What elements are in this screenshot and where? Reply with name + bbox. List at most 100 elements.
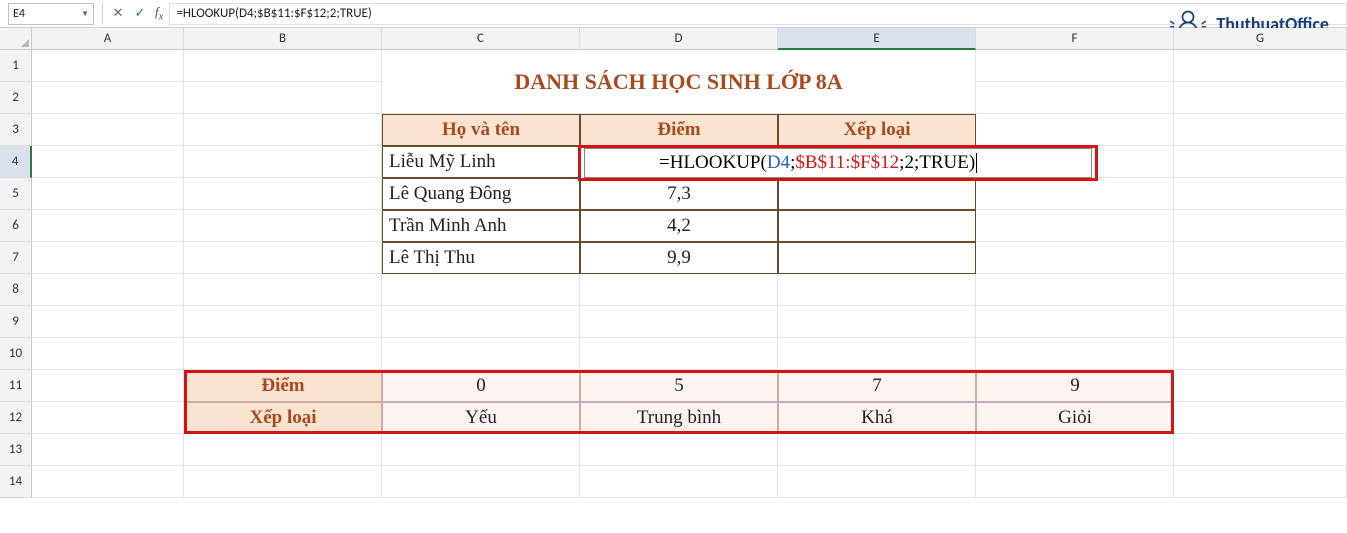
- cell[interactable]: [1174, 82, 1347, 114]
- cell[interactable]: [580, 306, 778, 338]
- cell[interactable]: [1174, 210, 1347, 242]
- cell[interactable]: [184, 242, 382, 274]
- row-header[interactable]: 10: [0, 338, 32, 370]
- col-header[interactable]: E: [778, 28, 976, 50]
- row-header[interactable]: 6: [0, 210, 32, 242]
- cell[interactable]: [32, 114, 184, 146]
- select-all-corner[interactable]: [0, 28, 32, 50]
- cell[interactable]: [778, 338, 976, 370]
- lookup-cell[interactable]: Yếu: [382, 402, 580, 434]
- cell[interactable]: [1174, 50, 1347, 82]
- cell[interactable]: [976, 50, 1174, 82]
- lookup-header[interactable]: Xếp loại: [184, 402, 382, 434]
- col-header[interactable]: B: [184, 28, 382, 50]
- cell[interactable]: [976, 178, 1174, 210]
- cell[interactable]: [184, 114, 382, 146]
- cell[interactable]: [32, 210, 184, 242]
- col-header[interactable]: G: [1174, 28, 1347, 50]
- cell[interactable]: [580, 466, 778, 498]
- cell[interactable]: [976, 434, 1174, 466]
- lookup-cell[interactable]: Khá: [778, 402, 976, 434]
- cell[interactable]: [1174, 466, 1347, 498]
- chevron-down-icon[interactable]: ▼: [81, 9, 89, 19]
- cell[interactable]: [976, 82, 1174, 114]
- table-header[interactable]: Xếp loại: [778, 114, 976, 146]
- cell[interactable]: [32, 82, 184, 114]
- table-header[interactable]: Điểm: [580, 114, 778, 146]
- lookup-cell[interactable]: Giỏi: [976, 402, 1174, 434]
- cell[interactable]: [976, 242, 1174, 274]
- cell[interactable]: [382, 274, 580, 306]
- cell[interactable]: [382, 466, 580, 498]
- cancel-formula-icon[interactable]: ✕: [107, 3, 129, 25]
- cell[interactable]: [382, 338, 580, 370]
- row-header[interactable]: 13: [0, 434, 32, 466]
- col-header[interactable]: D: [580, 28, 778, 50]
- cell[interactable]: [1174, 434, 1347, 466]
- cell[interactable]: [976, 274, 1174, 306]
- cell[interactable]: [1174, 306, 1347, 338]
- table-cell-name[interactable]: Liễu Mỹ Linh: [382, 146, 580, 178]
- cell[interactable]: [778, 466, 976, 498]
- row-header[interactable]: 7: [0, 242, 32, 274]
- table-cell-score[interactable]: 7,3: [580, 178, 778, 210]
- table-cell-name[interactable]: Lê Thị Thu: [382, 242, 580, 274]
- cell[interactable]: [184, 434, 382, 466]
- lookup-header[interactable]: Điểm: [184, 370, 382, 402]
- row-header[interactable]: 14: [0, 466, 32, 498]
- row-header[interactable]: 9: [0, 306, 32, 338]
- cell[interactable]: [32, 370, 184, 402]
- col-header[interactable]: F: [976, 28, 1174, 50]
- cell[interactable]: [184, 146, 382, 178]
- cell[interactable]: [778, 306, 976, 338]
- row-header[interactable]: 11: [0, 370, 32, 402]
- cell[interactable]: [382, 434, 580, 466]
- table-header[interactable]: Họ và tên: [382, 114, 580, 146]
- row-header[interactable]: 8: [0, 274, 32, 306]
- title-cell[interactable]: DANH SÁCH HỌC SINH LỚP 8A: [382, 82, 976, 114]
- cell[interactable]: [1174, 242, 1347, 274]
- table-cell-rank[interactable]: [778, 210, 976, 242]
- cell[interactable]: [976, 114, 1174, 146]
- table-cell-score[interactable]: 9,9: [580, 242, 778, 274]
- lookup-cell[interactable]: 0: [382, 370, 580, 402]
- cell[interactable]: [778, 434, 976, 466]
- cell[interactable]: [1174, 114, 1347, 146]
- cell[interactable]: [976, 210, 1174, 242]
- cell[interactable]: [1174, 370, 1347, 402]
- table-cell-name[interactable]: Lê Quang Đông: [382, 178, 580, 210]
- cell[interactable]: [32, 242, 184, 274]
- table-cell-name[interactable]: Trần Minh Anh: [382, 210, 580, 242]
- cell[interactable]: [32, 146, 184, 178]
- fx-icon[interactable]: fx: [155, 4, 163, 23]
- cell[interactable]: [184, 274, 382, 306]
- lookup-cell[interactable]: 5: [580, 370, 778, 402]
- row-header[interactable]: 4: [0, 146, 32, 178]
- lookup-cell[interactable]: Trung bình: [580, 402, 778, 434]
- cell[interactable]: [976, 466, 1174, 498]
- cell[interactable]: [184, 82, 382, 114]
- cell[interactable]: [580, 338, 778, 370]
- cell[interactable]: [1174, 338, 1347, 370]
- name-box[interactable]: E4 ▼: [8, 3, 94, 25]
- table-cell-score[interactable]: 4,2: [580, 210, 778, 242]
- cell[interactable]: [184, 306, 382, 338]
- spreadsheet-grid[interactable]: A B C D E F G 1 2 DANH SÁCH HỌC SINH LỚP…: [0, 28, 1347, 498]
- cell[interactable]: [32, 306, 184, 338]
- cell[interactable]: [1174, 178, 1347, 210]
- col-header[interactable]: C: [382, 28, 580, 50]
- accept-formula-icon[interactable]: ✓: [129, 3, 151, 25]
- row-header[interactable]: 5: [0, 178, 32, 210]
- lookup-cell[interactable]: 7: [778, 370, 976, 402]
- col-header[interactable]: A: [32, 28, 184, 50]
- cell[interactable]: [32, 50, 184, 82]
- cell[interactable]: [184, 178, 382, 210]
- row-header[interactable]: 1: [0, 50, 32, 82]
- cell[interactable]: [1174, 146, 1347, 178]
- cell[interactable]: [32, 274, 184, 306]
- cell[interactable]: [32, 338, 184, 370]
- cell[interactable]: [580, 274, 778, 306]
- cell[interactable]: [32, 466, 184, 498]
- cell[interactable]: [184, 466, 382, 498]
- cell[interactable]: [32, 402, 184, 434]
